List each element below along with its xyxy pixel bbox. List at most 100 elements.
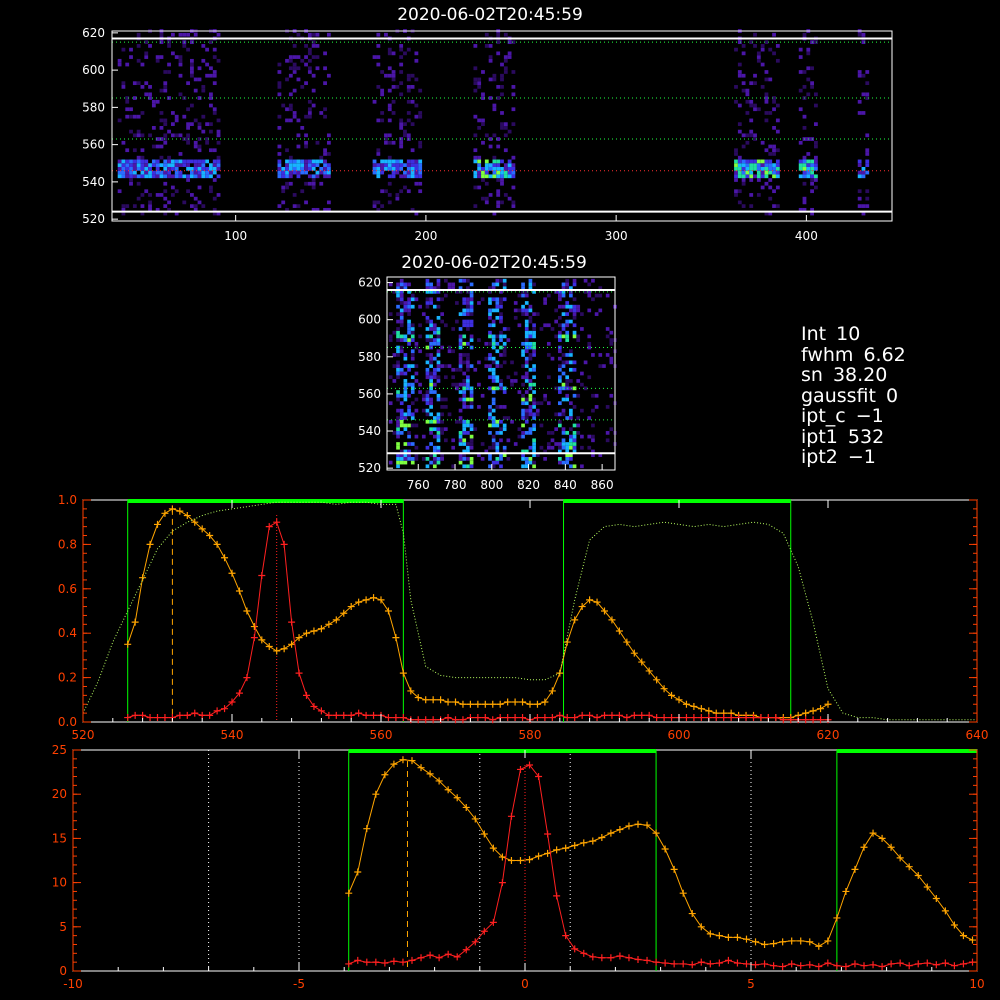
profile-top-ytick-label: 0.0 xyxy=(58,715,77,729)
fit-info-row: sn 38.20 xyxy=(801,365,906,386)
profile-top-red-point xyxy=(645,711,653,719)
profile-top-red-point xyxy=(682,714,690,722)
profile-bottom-red-point xyxy=(381,959,389,967)
heatmap-top-xtick-label: 300 xyxy=(605,229,628,243)
profile-top-red-point xyxy=(504,714,512,722)
profile-bottom-red-point xyxy=(516,765,524,773)
profile-top-orange-point xyxy=(235,587,243,595)
profile-bottom-xtick-label: 0 xyxy=(521,977,529,991)
profile-bottom-ytick-label: 10 xyxy=(52,876,67,890)
profile-top-orange-point xyxy=(623,638,631,646)
profile-top-red-point xyxy=(727,714,735,722)
profile-top-orange-point xyxy=(615,627,623,635)
profile-bottom-orange-point xyxy=(589,837,597,845)
heatmap-zoom-ytick-label: 620 xyxy=(358,276,381,290)
profile-top-orange-point xyxy=(139,574,147,582)
profile-bottom-red-point xyxy=(553,892,561,900)
profile-bottom-red-point xyxy=(797,962,805,970)
figure-canvas: 2020-06-02T20:45:59 100 200 300 40052054056… xyxy=(52,5,989,991)
profile-top-red-point xyxy=(370,711,378,719)
profile-top-frame xyxy=(82,499,978,723)
profile-bottom-red-point xyxy=(589,953,597,961)
profile-bottom-orange-point xyxy=(941,907,949,915)
profile-bottom-orange-point xyxy=(824,937,832,945)
profile-bottom-red-point xyxy=(417,954,425,962)
profile-top-red-point xyxy=(533,714,541,722)
profile-bottom-orange-line xyxy=(348,759,973,947)
profile-bottom-orange-point xyxy=(715,932,723,940)
profile-bottom-orange-point xyxy=(770,940,778,948)
profile-top-orange-point xyxy=(675,696,683,704)
profile-top-orange-point xyxy=(444,698,452,706)
profile-top-orange-point xyxy=(317,625,325,633)
fit-info-row: ipt2 −1 xyxy=(801,447,906,468)
profile-top-ytick-label: 0.8 xyxy=(58,537,77,551)
profile-bottom-orange-point xyxy=(607,829,615,837)
profile-top-orange-point xyxy=(392,634,400,642)
heatmap-top-title: 2020-06-02T20:45:59 xyxy=(397,5,583,25)
profile-top-orange-point xyxy=(273,647,281,655)
profile-top-red-point xyxy=(250,634,258,642)
profile-top-red-point xyxy=(548,714,556,722)
profile-top-orange-point xyxy=(362,596,370,604)
profile-top-orange-point xyxy=(511,698,519,706)
profile-top-orange-point xyxy=(571,616,579,624)
profile-bottom-red-point xyxy=(896,959,904,967)
profile-top-red-point xyxy=(615,711,623,719)
profile-top-orange-point xyxy=(519,698,527,706)
profile-bottom-orange-point xyxy=(869,829,877,837)
profile-bottom-red-markers xyxy=(345,761,976,971)
profile-top-red-point xyxy=(392,714,400,722)
profile-top-red-point xyxy=(690,714,698,722)
profile-bottom-ytick-label: 0 xyxy=(59,964,67,978)
profile-top-red-point xyxy=(124,714,132,722)
profile-bottom-red-point xyxy=(733,959,741,967)
profile-top-ytick-label: 0.6 xyxy=(58,582,77,596)
heatmap-zoom-xtick-label: 860 xyxy=(591,478,614,492)
profile-top-orange-point xyxy=(154,520,161,528)
heatmap-top-ytick-label: 600 xyxy=(82,63,105,77)
fit-info-label: ipt_c xyxy=(801,405,846,427)
profile-bottom-red-point xyxy=(860,962,868,970)
heatmap-zoom-ytick-label: 560 xyxy=(358,387,381,401)
profile-bottom-red-point xyxy=(824,959,832,967)
profile-bottom-red-point xyxy=(670,960,678,968)
profile-bottom-orange-point xyxy=(851,865,859,873)
profile-top-red-point xyxy=(519,714,527,722)
profile-bottom-ytick-label: 20 xyxy=(52,787,67,801)
profile-top-red-markers xyxy=(124,518,832,724)
profile-top-orange-point xyxy=(481,700,489,708)
heatmap-panel-zoom: 2020-06-02T20:45:59 760 780 800 820 840 860 52… xyxy=(358,253,617,492)
profile-top-orange-point xyxy=(459,700,467,708)
profile-bottom-xtick-label: 10 xyxy=(969,977,984,991)
profile-bottom-red-point xyxy=(598,954,606,962)
profile-bottom-orange-point xyxy=(670,865,678,873)
profile-bottom-orange-point xyxy=(761,940,769,948)
fit-info-value: −1 xyxy=(847,446,876,468)
profile-bottom-orange-point xyxy=(526,856,534,864)
fit-info-row: ipt1 532 xyxy=(801,426,906,448)
profile-bottom-orange-point xyxy=(598,834,606,842)
profile-top-red-point xyxy=(183,711,191,719)
profile-bottom-orange-point xyxy=(968,936,976,944)
heatmap-zoom-xtick-label: 780 xyxy=(444,478,467,492)
profile-bottom-orange-point xyxy=(815,942,823,950)
profile-bottom-red-point xyxy=(752,961,760,969)
profile-bottom-red-point xyxy=(688,961,696,969)
fit-info-label: gaussfit xyxy=(801,384,876,407)
profile-top-red-point xyxy=(139,711,147,719)
profile-top-red-point xyxy=(399,714,407,722)
fit-info-value: 0 xyxy=(885,384,899,407)
profile-top-orange-point xyxy=(146,540,154,548)
fit-info-value: 6.62 xyxy=(863,343,906,366)
fit-info-label: Int xyxy=(801,323,827,345)
profile-top-orange-point xyxy=(221,554,229,562)
profile-top-xtick-label: 560 xyxy=(370,728,393,742)
profile-top-red-point xyxy=(243,674,251,682)
heatmap-zoom-title: 2020-06-02T20:45:59 xyxy=(401,253,587,273)
profile-top-red-point xyxy=(317,707,325,715)
profile-bottom-xtick-label: 5 xyxy=(747,977,755,991)
profile-top-xtick-label: 520 xyxy=(72,728,95,742)
fit-info-label: sn xyxy=(801,364,823,386)
heatmap-top-ytick-label: 520 xyxy=(82,212,105,226)
